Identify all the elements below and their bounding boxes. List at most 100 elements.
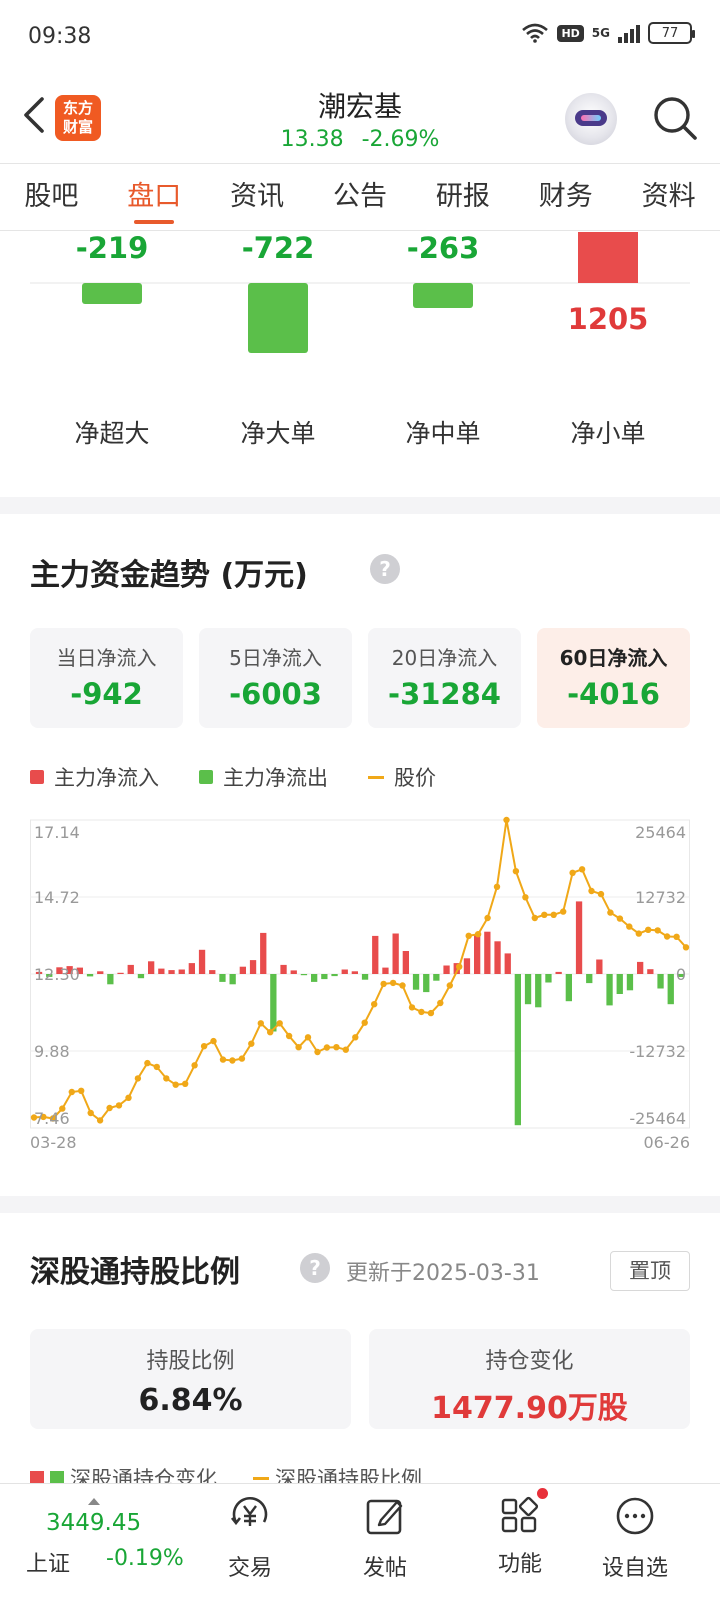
tab-finance[interactable]: 财务 [514, 164, 617, 230]
stock-price: 13.38 [280, 127, 344, 152]
nav-post[interactable]: 发帖 [330, 1494, 440, 1582]
flow-bar [107, 974, 114, 985]
right-axis-label: 12732 [635, 888, 686, 907]
flow-bar [423, 974, 430, 993]
period-label: 当日净流入 [56, 646, 157, 670]
flow-bar [321, 974, 328, 980]
period-cards: 当日净流入 -942 5日净流入 -6003 20日净流入 -31284 60日… [30, 628, 690, 728]
flow-bar [484, 931, 491, 974]
period-label: 60日净流入 [559, 646, 668, 670]
update-date: 更新于2025-03-31 [346, 1261, 540, 1286]
nav-label: 设自选 [601, 1556, 668, 1581]
tab-announcements[interactable]: 公告 [309, 164, 412, 230]
price-point [238, 1055, 246, 1062]
nav-trade[interactable]: 交易 [195, 1494, 305, 1582]
right-axis-label: -12732 [629, 1042, 686, 1061]
flow-bar [616, 974, 623, 994]
flow-bar [178, 969, 185, 974]
price-point [96, 1117, 104, 1124]
price-point [191, 1062, 198, 1069]
flow-bar [198, 949, 206, 974]
help-icon[interactable]: ? [370, 554, 400, 584]
price-point [512, 868, 520, 875]
net-flow-col-3: -263 净中单 [405, 232, 480, 448]
right-axis-label: 25464 [635, 823, 686, 842]
legend-outflow: 主力净流出 [199, 762, 328, 792]
period-value: -4016 [567, 677, 660, 711]
pin-top-button[interactable]: 置顶 [610, 1251, 690, 1291]
period-value: -6003 [229, 677, 322, 711]
price-point [616, 915, 624, 922]
price-point [626, 923, 633, 930]
flow-bar [637, 961, 644, 974]
flow-bar [657, 974, 664, 989]
bottom-bar: 3449.45 上证 -0.19% 交易 发帖 功能 设自选 [0, 1483, 720, 1612]
wifi-icon [522, 23, 549, 43]
tab-research[interactable]: 研报 [411, 164, 514, 230]
search-icon[interactable] [650, 93, 700, 143]
tab-guba[interactable]: 股吧 [0, 164, 103, 230]
period-card-5d[interactable]: 5日净流入 -6003 [199, 628, 352, 728]
flow-bar [361, 974, 369, 980]
tab-bar: 股吧 盘口 资讯 公告 研报 财务 资料 [0, 163, 720, 231]
price-point [465, 932, 472, 939]
legend-label: 股价 [394, 766, 436, 790]
edit-icon [366, 1499, 403, 1535]
yen-icon [230, 1496, 268, 1526]
flow-bar [97, 971, 104, 974]
period-card-20d[interactable]: 20日净流入 -31284 [368, 628, 521, 728]
price-point [200, 1043, 208, 1050]
legend-price: 股价 [368, 762, 436, 792]
right-axis-label: -25464 [629, 1109, 686, 1128]
left-axis-label: 9.88 [34, 1042, 70, 1061]
notification-dot [537, 1488, 548, 1499]
price-point [389, 979, 397, 987]
x-axis-end-label: 06-26 [644, 1133, 691, 1150]
flow-bar [667, 974, 674, 1005]
flow-bar [514, 974, 521, 1126]
flow-bar [524, 974, 532, 1005]
assistant-robot-icon[interactable] [565, 93, 617, 145]
tab-profile[interactable]: 资料 [617, 164, 720, 230]
nav-add-watchlist[interactable]: 设自选 [580, 1494, 690, 1582]
help-icon[interactable]: ? [300, 1253, 330, 1283]
nav-label: 交易 [227, 1556, 272, 1581]
flow-bar [494, 941, 501, 974]
price-point [323, 1044, 331, 1051]
period-label: 20日净流入 [391, 646, 498, 670]
flow-bar [148, 961, 155, 974]
flow-bar [443, 965, 450, 974]
price-point [210, 1037, 217, 1045]
tab-news[interactable]: 资讯 [206, 164, 309, 230]
flow-bar [606, 974, 613, 1006]
flow-bar [504, 953, 511, 974]
legend-swatch [368, 775, 384, 779]
net-flow-bar [413, 283, 473, 308]
network-type: 5G [591, 26, 610, 40]
flow-bar [463, 958, 471, 974]
nav-features[interactable]: 功能 [465, 1488, 575, 1578]
net-flow-value: -219 [76, 232, 149, 265]
price-point [645, 926, 652, 933]
price-point [682, 944, 690, 951]
price-point [333, 1044, 340, 1051]
net-flow-label: 净超大 [74, 419, 149, 448]
sz-connect-cards: 持股比例 6.84% 持仓变化 1477.90万股 [30, 1329, 690, 1429]
index-value: 3449.45 [46, 1510, 142, 1536]
period-value: -942 [70, 677, 143, 711]
fund-trend-chart[interactable]: 17.14 14.72 12.30 9.88 7.46 25464 12732 0 -12732… [30, 810, 691, 1152]
period-card-60d[interactable]: 60日净流入 -4016 [537, 628, 690, 728]
net-flow-col-1: -219 净超大 [74, 232, 149, 448]
flow-bar [260, 932, 267, 974]
flow-bar [117, 972, 124, 974]
price-point [663, 933, 671, 940]
index-ticker[interactable]: 3449.45 上证 -0.19% [26, 1498, 206, 1588]
price-point [437, 999, 444, 1007]
flow-bar [229, 974, 236, 985]
price-point [352, 1034, 359, 1041]
period-card-1d[interactable]: 当日净流入 -942 [30, 628, 183, 728]
tab-pankou[interactable]: 盘口 [103, 164, 206, 230]
sz-connect-title: 深股通持股比例 [30, 1255, 240, 1290]
price-point [522, 894, 529, 901]
x-axis-start-label: 03-28 [30, 1133, 77, 1150]
